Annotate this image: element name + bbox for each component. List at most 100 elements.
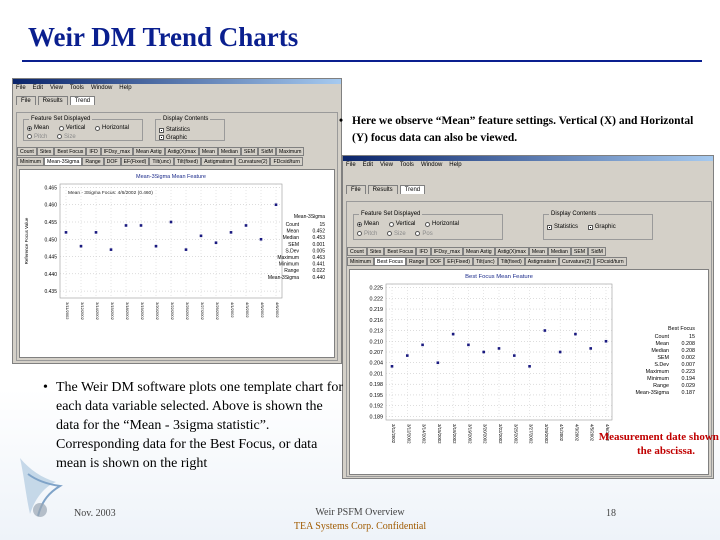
menu-tools[interactable]: Tools <box>70 85 84 93</box>
vtab-tilt-unc[interactable]: Tilt(unc) <box>473 257 498 266</box>
radio-mean[interactable]: Mean <box>27 125 49 131</box>
menu-tools[interactable]: Tools <box>400 162 414 170</box>
vtab-median[interactable]: Median <box>547 247 571 256</box>
tab-file[interactable]: File <box>16 96 36 105</box>
vtab-astigmatism[interactable]: Astigmatism <box>524 257 559 266</box>
radio-size[interactable]: Size <box>57 134 76 140</box>
vtab-mean-astig[interactable]: Mean Astig <box>132 147 165 156</box>
tab-results[interactable]: Results <box>367 185 398 194</box>
vtab-range[interactable]: Range <box>406 257 428 266</box>
checkbox-graphic[interactable]: Graphic <box>587 224 616 230</box>
radio-pitch[interactable]: Pitch <box>27 134 47 140</box>
feature-set-group: Feature Set Displayed Mean Vertical Hori… <box>353 211 503 240</box>
vtab-astigmatism[interactable]: Astigmatism <box>201 157 236 166</box>
vtab-curvature[interactable]: Curvature(2) <box>558 257 595 266</box>
radio-vertical-label: Vertical <box>65 125 86 131</box>
vtab-ifdsy-max[interactable]: IFDsy_max <box>100 147 133 156</box>
radio-vertical[interactable]: Vertical <box>58 125 86 131</box>
vtab-ef-fixed[interactable]: EF(Fixed) <box>444 257 474 266</box>
vtab-sem[interactable]: SEM <box>570 247 589 256</box>
vtab-maximum[interactable]: Maximum <box>275 147 305 156</box>
tab-file[interactable]: File <box>346 185 366 194</box>
vtab-mean[interactable]: Mean <box>198 147 218 156</box>
stat-value: 0.208 <box>682 348 696 354</box>
vtab-minimum[interactable]: Minimum <box>17 157 45 166</box>
stat-value: 0.187 <box>682 390 696 396</box>
menu-file[interactable]: File <box>346 162 356 170</box>
vtab-best-focus-selected[interactable]: Best Focus <box>374 257 406 266</box>
data-point <box>512 354 516 357</box>
vtab-fdcsid[interactable]: FDcsid/turn <box>270 157 303 166</box>
vtab-mean-3sigma[interactable]: Mean-3Sigma <box>44 157 83 166</box>
menu-bar: File Edit View Tools Window Help <box>343 161 713 171</box>
vtab-curvature[interactable]: Curvature(2) <box>235 157 271 166</box>
vtab-ef-fixed[interactable]: EF(Fixed) <box>120 157 150 166</box>
vtab-sidm[interactable]: SidM <box>258 147 276 156</box>
vtab-best-focus[interactable]: Best Focus <box>54 147 87 156</box>
radio-pitch[interactable]: Pitch <box>357 231 377 237</box>
checkbox-statistics[interactable]: Statistics <box>547 224 578 230</box>
vtab-tilt-fixed[interactable]: Tilt(fixed) <box>173 157 202 166</box>
radio-vertical[interactable]: Vertical <box>388 221 415 227</box>
stat-label: Maximum <box>646 369 670 375</box>
vtab-tilt-fixed[interactable]: Tilt(fixed) <box>497 257 525 266</box>
radio-horizontal[interactable]: Horizontal <box>95 125 129 131</box>
vtab-count[interactable]: Count <box>17 147 37 156</box>
vtab-astig-max[interactable]: Astig(X)max <box>164 147 199 156</box>
radio-horizontal[interactable]: Horizontal <box>425 221 459 227</box>
vtab-sidm[interactable]: SidM <box>588 247 606 256</box>
y-tick-label: 0.460 <box>44 203 57 209</box>
vtab-tilt-unc[interactable]: Tilt(unc) <box>149 157 174 166</box>
radio-indicator <box>58 125 64 131</box>
vtab-sites[interactable]: Sites <box>36 147 55 156</box>
bullet-left-text: The Weir DM software plots one template … <box>56 380 344 471</box>
vtab-dof[interactable]: DOF <box>103 157 121 166</box>
y-tick-label: 0.195 <box>370 393 384 399</box>
data-point <box>558 350 562 354</box>
checkbox-graphic-label: Graphic <box>594 224 616 230</box>
menu-view[interactable]: View <box>50 85 63 93</box>
vtab-count[interactable]: Count <box>347 247 367 256</box>
menu-help[interactable]: Help <box>119 85 131 93</box>
tab-trend[interactable]: Trend <box>69 96 96 105</box>
data-point <box>482 350 486 354</box>
vtab-ifd[interactable]: IFD <box>86 147 101 156</box>
vtab-astig-max[interactable]: Astig(X)max <box>494 247 529 256</box>
data-point <box>467 343 470 347</box>
vtab-median[interactable]: Median <box>217 147 241 156</box>
menu-file[interactable]: File <box>16 85 26 93</box>
tab-results[interactable]: Results <box>37 96 68 105</box>
vtab-sites[interactable]: Sites <box>366 247 385 256</box>
stat-label: Mean <box>656 341 670 347</box>
x-tick-label: 3/20/2002 <box>155 302 160 321</box>
x-tick-label: 3/15/2002 <box>437 424 442 444</box>
data-point <box>109 248 113 251</box>
vtab-best-focus[interactable]: Best Focus <box>384 247 417 256</box>
radio-mean[interactable]: Mean <box>357 221 379 227</box>
menu-edit[interactable]: Edit <box>363 162 373 170</box>
vtab-ifdsy-max[interactable]: IFDsy_max <box>430 247 463 256</box>
stat-value: 0.208 <box>682 341 696 347</box>
vtab-dof[interactable]: DOF <box>427 257 445 266</box>
vtab-range[interactable]: Range <box>82 157 104 166</box>
y-tick-label: 0.201 <box>370 371 384 377</box>
menu-help[interactable]: Help <box>449 162 461 170</box>
tab-trend[interactable]: Trend <box>399 185 426 194</box>
menu-window[interactable]: Window <box>421 162 442 170</box>
vtab-sem[interactable]: SEM <box>240 147 259 156</box>
vtab-mean[interactable]: Mean <box>528 247 548 256</box>
radio-size-label: Size <box>394 230 406 237</box>
main-tabs: File Results Trend <box>343 183 713 194</box>
menu-view[interactable]: View <box>380 162 393 170</box>
radio-pos[interactable]: Pos <box>415 231 433 237</box>
menu-edit[interactable]: Edit <box>33 85 43 93</box>
checkbox-statistics[interactable]: Statistics <box>159 127 190 133</box>
vtab-minimum[interactable]: Minimum <box>347 257 375 266</box>
vtab-ifd[interactable]: IFD <box>416 247 431 256</box>
checkbox-graphic[interactable]: Graphic <box>159 135 187 141</box>
vtab-mean-astig[interactable]: Mean Astig <box>462 247 495 256</box>
vtab-fdcsid[interactable]: FDcsid/turn <box>594 257 627 266</box>
menu-window[interactable]: Window <box>91 85 112 93</box>
bullet-dot: • <box>339 115 344 127</box>
radio-size[interactable]: Size <box>387 231 406 237</box>
